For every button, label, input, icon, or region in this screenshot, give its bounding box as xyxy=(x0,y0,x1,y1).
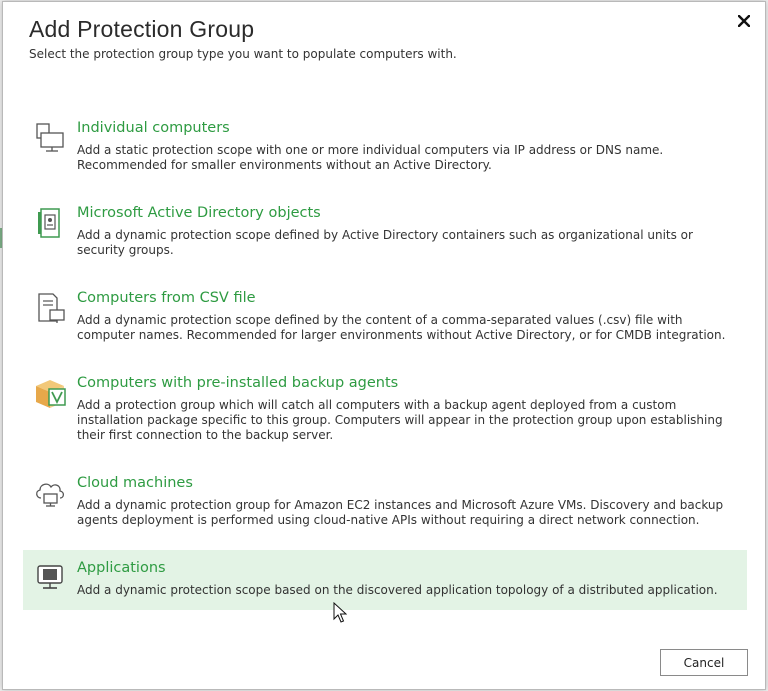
csv-file-icon xyxy=(38,293,65,323)
dialog-subtitle: Select the protection group type you wan… xyxy=(29,47,457,61)
option-cloud-machines[interactable]: Cloud machines Add a dynamic protection … xyxy=(23,474,747,536)
option-description: Add a dynamic protection scope defined b… xyxy=(77,313,726,342)
option-title: Individual computers xyxy=(77,120,230,136)
cloud-machine-icon xyxy=(36,483,65,507)
active-directory-icon xyxy=(38,208,60,238)
option-title: Microsoft Active Directory objects xyxy=(77,205,321,221)
option-description: Add a protection group which will catch … xyxy=(77,398,723,442)
option-title: Computers with pre-installed backup agen… xyxy=(77,375,399,391)
option-csv-file[interactable]: Computers from CSV file Add a dynamic pr… xyxy=(23,289,747,351)
option-individual-computers[interactable]: Individual computers Add a static protec… xyxy=(23,119,747,181)
option-title: Computers from CSV file xyxy=(77,290,256,306)
dialog-title: Add Protection Group xyxy=(29,16,255,42)
option-applications[interactable]: Applications Add a dynamic protection sc… xyxy=(23,550,747,610)
add-protection-group-dialog: Add Protection Group Select the protecti… xyxy=(2,1,766,690)
mouse-cursor-icon xyxy=(333,602,347,623)
close-icon xyxy=(738,15,750,27)
computer-icon xyxy=(36,123,64,152)
option-description: Add a dynamic protection scope defined b… xyxy=(77,228,693,257)
option-description: Add a static protection scope with one o… xyxy=(77,143,664,172)
application-icon xyxy=(37,565,63,589)
option-preinstalled-agents[interactable]: Computers with pre-installed backup agen… xyxy=(23,374,747,454)
option-title: Cloud machines xyxy=(77,475,193,491)
option-title: Applications xyxy=(77,560,166,576)
option-description: Add a dynamic protection scope based on … xyxy=(77,583,718,597)
backup-agent-package-icon xyxy=(36,380,66,408)
option-description: Add a dynamic protection group for Amazo… xyxy=(77,498,724,527)
cancel-button[interactable]: Cancel xyxy=(660,649,748,676)
close-button[interactable] xyxy=(733,10,755,32)
option-active-directory[interactable]: Microsoft Active Directory objects Add a… xyxy=(23,204,747,266)
